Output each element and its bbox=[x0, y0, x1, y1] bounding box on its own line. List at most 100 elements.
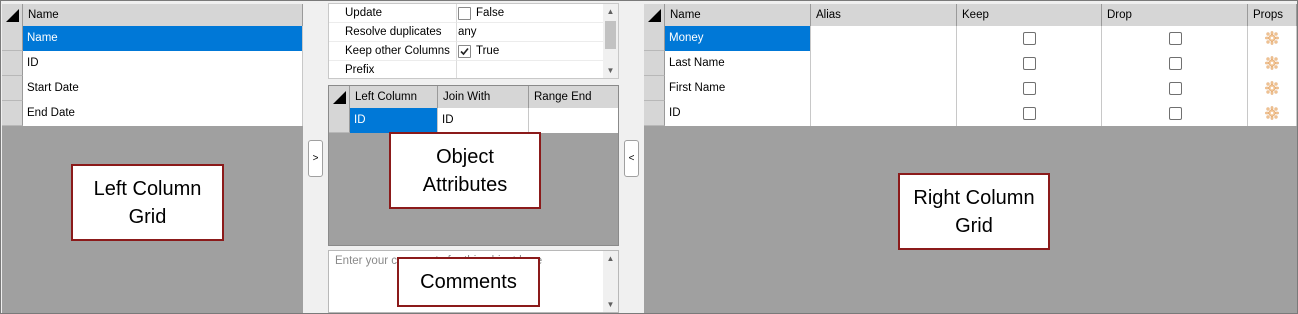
property-value-text: False bbox=[476, 6, 505, 19]
name-cell[interactable]: Money bbox=[665, 26, 811, 51]
property-row[interactable]: Prefix bbox=[329, 61, 605, 78]
alias-cell[interactable] bbox=[811, 101, 957, 126]
gear-icon[interactable] bbox=[1264, 80, 1280, 96]
property-value[interactable]: False bbox=[457, 4, 605, 23]
row-header[interactable] bbox=[644, 101, 665, 126]
right-column-grid[interactable]: Name Alias Keep Drop Props Money Last Nam… bbox=[644, 4, 1297, 313]
property-value[interactable] bbox=[457, 61, 605, 78]
scroll-up-icon[interactable]: ▲ bbox=[603, 251, 618, 266]
column-header-name[interactable]: Name bbox=[665, 4, 811, 26]
comments-callout: Comments bbox=[397, 257, 540, 307]
row-header[interactable] bbox=[329, 108, 350, 133]
keep-checkbox[interactable] bbox=[1023, 107, 1036, 120]
row-header[interactable] bbox=[644, 26, 665, 51]
table-row[interactable]: Name bbox=[2, 26, 303, 51]
keep-cell[interactable] bbox=[957, 76, 1102, 101]
props-cell[interactable] bbox=[1248, 26, 1297, 51]
alias-cell[interactable] bbox=[811, 76, 957, 101]
property-row[interactable]: Update False bbox=[329, 4, 605, 23]
props-cell[interactable] bbox=[1248, 76, 1297, 101]
row-header[interactable] bbox=[2, 51, 23, 76]
column-header-alias[interactable]: Alias bbox=[811, 4, 957, 26]
left-column-cell[interactable]: ID bbox=[350, 108, 438, 133]
row-header[interactable] bbox=[644, 51, 665, 76]
row-header[interactable] bbox=[2, 76, 23, 101]
row-header[interactable] bbox=[2, 101, 23, 126]
drop-cell[interactable] bbox=[1102, 101, 1248, 126]
join-with-cell[interactable]: ID bbox=[438, 108, 529, 133]
column-header-props[interactable]: Props bbox=[1248, 4, 1297, 26]
table-row[interactable]: First Name bbox=[644, 76, 1297, 101]
property-scrollbar[interactable]: ▲ ▼ bbox=[603, 4, 618, 78]
name-cell[interactable]: Name bbox=[23, 26, 303, 51]
drop-checkbox[interactable] bbox=[1169, 32, 1182, 45]
scroll-up-icon[interactable]: ▲ bbox=[603, 4, 618, 19]
name-cell[interactable]: First Name bbox=[665, 76, 811, 101]
name-cell[interactable]: ID bbox=[23, 51, 303, 76]
property-value-text: any bbox=[458, 25, 477, 38]
column-header-name[interactable]: Name bbox=[23, 4, 303, 26]
right-grid-header: Name Alias Keep Drop Props bbox=[644, 4, 1297, 26]
property-checkbox[interactable] bbox=[458, 6, 471, 20]
column-header-keep[interactable]: Keep bbox=[957, 4, 1102, 26]
move-left-button[interactable]: < bbox=[624, 140, 639, 177]
property-row[interactable]: Keep other Columns True bbox=[329, 42, 605, 61]
drop-cell[interactable] bbox=[1102, 76, 1248, 101]
name-cell[interactable]: End Date bbox=[23, 101, 303, 126]
table-row[interactable]: End Date bbox=[2, 101, 303, 126]
table-row[interactable]: Start Date bbox=[2, 76, 303, 101]
join-select-all-corner[interactable] bbox=[329, 86, 350, 108]
property-value[interactable]: any bbox=[457, 23, 605, 42]
props-cell[interactable] bbox=[1248, 51, 1297, 76]
drop-checkbox[interactable] bbox=[1169, 82, 1182, 95]
name-cell[interactable]: ID bbox=[665, 101, 811, 126]
drop-cell[interactable] bbox=[1102, 51, 1248, 76]
column-header-join-with[interactable]: Join With bbox=[438, 86, 529, 108]
gear-icon[interactable] bbox=[1264, 105, 1280, 121]
property-checkbox[interactable] bbox=[458, 44, 471, 58]
drop-checkbox[interactable] bbox=[1169, 107, 1182, 120]
keep-cell[interactable] bbox=[957, 26, 1102, 51]
property-value[interactable]: True bbox=[457, 42, 605, 61]
row-header[interactable] bbox=[644, 76, 665, 101]
left-column-grid[interactable]: Name Name ID Start Date End Date Left Colum… bbox=[2, 4, 303, 313]
column-header-left-column[interactable]: Left Column bbox=[350, 86, 438, 108]
row-header[interactable] bbox=[2, 26, 23, 51]
join-row[interactable]: ID ID bbox=[329, 108, 618, 133]
keep-cell[interactable] bbox=[957, 51, 1102, 76]
right-select-all-corner[interactable] bbox=[644, 4, 665, 26]
comments-textarea[interactable]: Enter your comments for this object here… bbox=[328, 250, 619, 313]
column-header-drop[interactable]: Drop bbox=[1102, 4, 1248, 26]
gear-icon[interactable] bbox=[1264, 55, 1280, 71]
range-end-cell[interactable] bbox=[529, 108, 618, 133]
drop-checkbox[interactable] bbox=[1169, 57, 1182, 70]
select-all-corner[interactable] bbox=[2, 4, 23, 26]
keep-cell[interactable] bbox=[957, 101, 1102, 126]
scroll-thumb[interactable] bbox=[605, 21, 616, 49]
table-row[interactable]: Last Name bbox=[644, 51, 1297, 76]
table-row[interactable]: ID bbox=[644, 101, 1297, 126]
alias-cell[interactable] bbox=[811, 51, 957, 76]
join-attributes-grid[interactable]: Left Column Join With Range End ID ID Ob… bbox=[328, 85, 619, 246]
name-cell[interactable]: Last Name bbox=[665, 51, 811, 76]
property-name: Resolve duplicates bbox=[329, 23, 457, 42]
column-header-range-end[interactable]: Range End bbox=[529, 86, 618, 108]
keep-checkbox[interactable] bbox=[1023, 32, 1036, 45]
keep-checkbox[interactable] bbox=[1023, 57, 1036, 70]
props-cell[interactable] bbox=[1248, 101, 1297, 126]
scroll-down-icon[interactable]: ▼ bbox=[603, 297, 618, 312]
property-grid[interactable]: Update False Resolve duplicates any Keep oth… bbox=[328, 3, 619, 79]
property-name: Keep other Columns bbox=[329, 42, 457, 61]
gear-icon[interactable] bbox=[1264, 30, 1280, 46]
scroll-down-icon[interactable]: ▼ bbox=[603, 63, 618, 78]
join-grid-header: Left Column Join With Range End bbox=[329, 86, 618, 108]
property-row[interactable]: Resolve duplicates any bbox=[329, 23, 605, 42]
alias-cell[interactable] bbox=[811, 26, 957, 51]
move-right-button[interactable]: > bbox=[308, 140, 323, 177]
name-cell[interactable]: Start Date bbox=[23, 76, 303, 101]
comments-scrollbar[interactable]: ▲ ▼ bbox=[603, 251, 618, 312]
table-row[interactable]: Money bbox=[644, 26, 1297, 51]
drop-cell[interactable] bbox=[1102, 26, 1248, 51]
table-row[interactable]: ID bbox=[2, 51, 303, 76]
keep-checkbox[interactable] bbox=[1023, 82, 1036, 95]
